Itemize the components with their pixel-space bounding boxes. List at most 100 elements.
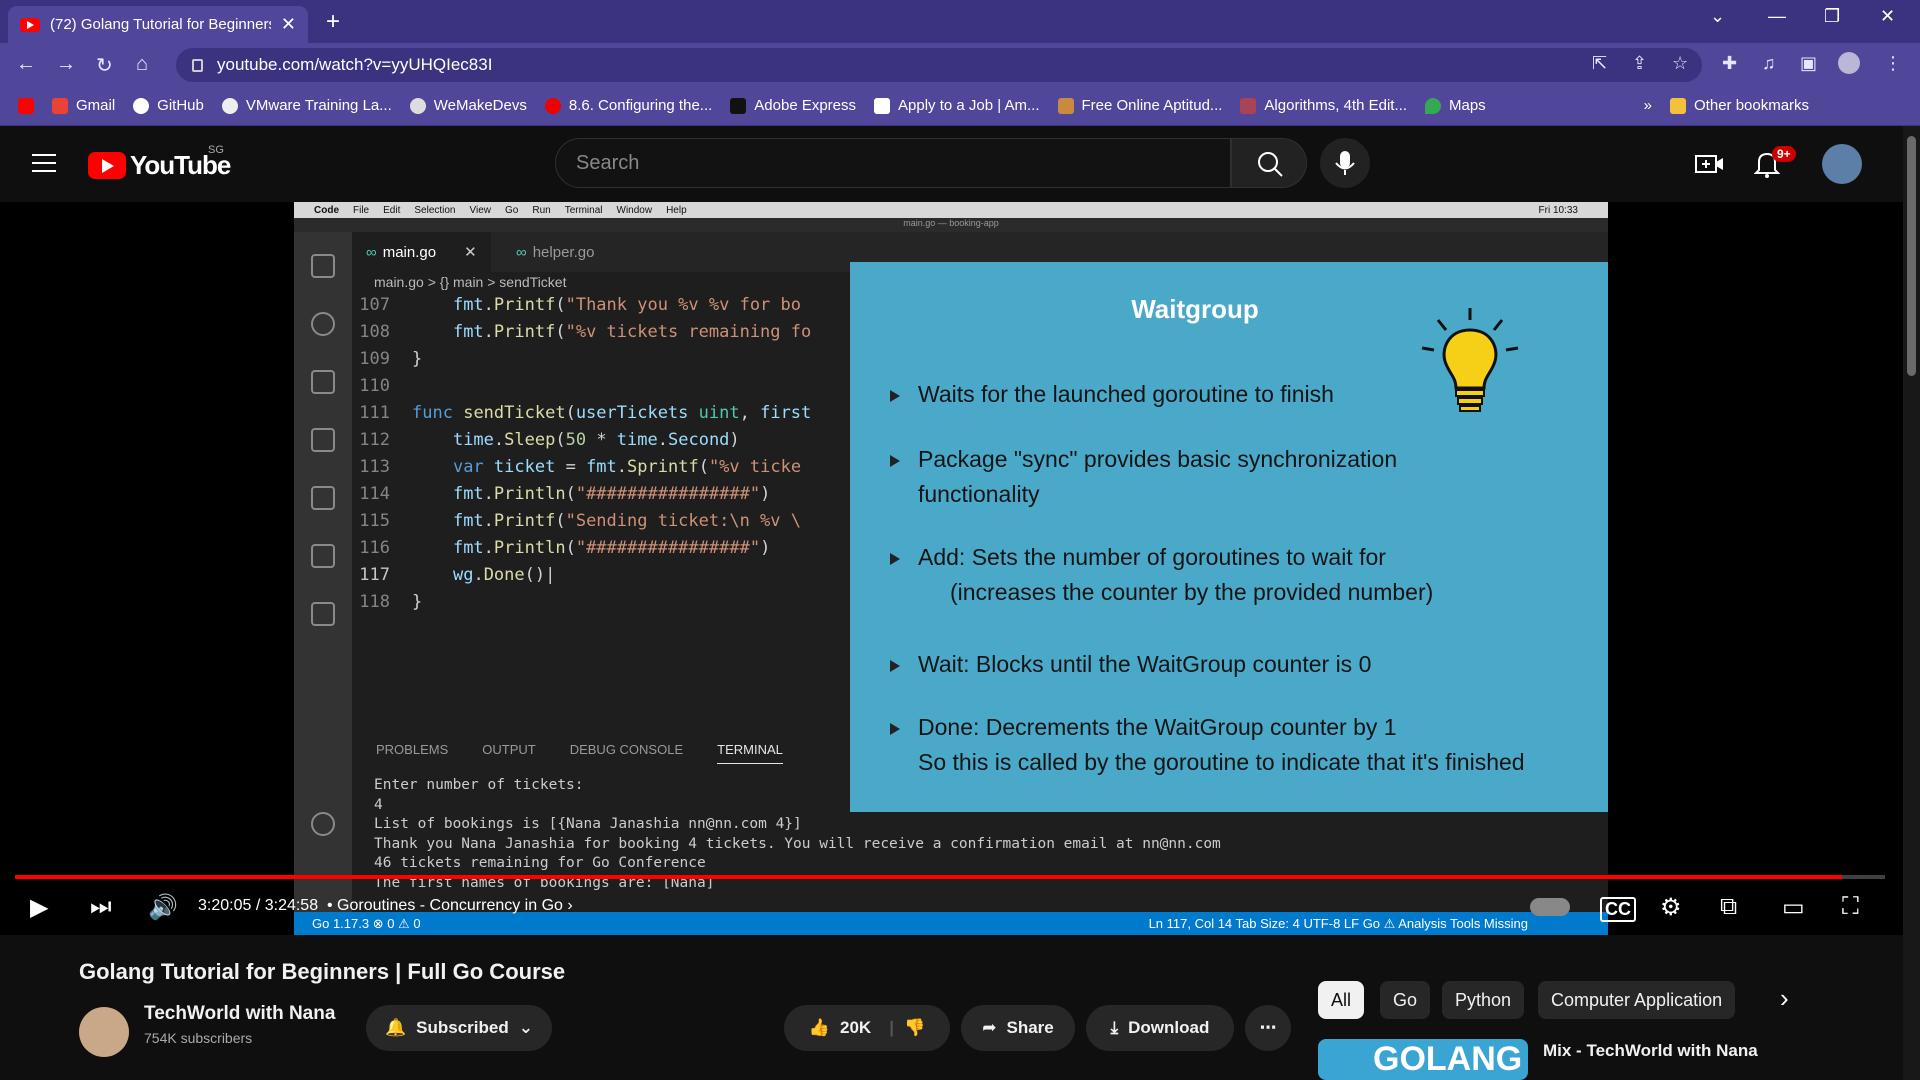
subscriber-count: 754K subscribers <box>144 1030 253 1046</box>
more-actions-button[interactable]: ⋯ <box>1245 1005 1291 1051</box>
download-button[interactable]: ⤓ Download <box>1086 1005 1234 1051</box>
tab-title: (72) Golang Tutorial for Beginners <box>50 16 271 33</box>
forward-icon[interactable]: → <box>56 53 76 76</box>
related-video-title[interactable]: Mix - TechWorld with Nana <box>1543 1041 1758 1061</box>
hamburger-menu-icon[interactable] <box>32 154 56 172</box>
fullscreen-icon[interactable]: ⛶ <box>1842 893 1859 921</box>
video-progress-bar[interactable] <box>15 875 1885 879</box>
bookmarks-overflow-icon[interactable]: » <box>1644 97 1652 114</box>
youtube-logo[interactable]: YouTube SG <box>88 144 231 181</box>
bookmark-redhat[interactable]: 8.6. Configuring the... <box>544 97 712 114</box>
notification-count-badge: 9+ <box>1772 146 1796 162</box>
other-bookmarks[interactable]: Other bookmarks <box>1670 97 1809 114</box>
bookmark-github[interactable]: GitHub <box>133 97 204 114</box>
chip-go[interactable]: Go <box>1380 981 1431 1019</box>
create-video-icon[interactable] <box>1695 152 1725 176</box>
extensions-icon[interactable]: ✚ <box>1722 53 1737 74</box>
volume-icon[interactable]: 🔊 <box>148 893 178 922</box>
search-input[interactable]: Search <box>555 138 1231 188</box>
scrollbar-thumb[interactable] <box>1907 136 1916 376</box>
settings-gear-icon[interactable]: ⚙ <box>1660 893 1682 922</box>
search-files-icon <box>311 312 335 336</box>
url-text: youtube.com/watch?v=yyUHQIec83I <box>217 55 493 74</box>
profile-avatar[interactable] <box>1838 52 1860 74</box>
minimize-button[interactable]: — <box>1768 6 1786 27</box>
back-icon[interactable]: ← <box>16 53 36 76</box>
algorithms-icon <box>1240 97 1257 114</box>
bookmark-star-icon[interactable]: ☆ <box>1672 53 1688 74</box>
bookmark-wemakedevs[interactable]: WeMakeDevs <box>409 97 527 114</box>
chapter-title[interactable]: • Goroutines - Concurrency in Go <box>327 897 563 914</box>
go-file-icon: ∞ <box>366 243 377 261</box>
related-video-thumbnail[interactable]: GOLANG <box>1318 1039 1528 1080</box>
lock-icon <box>192 58 203 72</box>
share-page-icon[interactable]: ⇪ <box>1632 53 1647 74</box>
play-button[interactable]: ▶ <box>30 893 48 922</box>
panel-tabs: PROBLEMS OUTPUT DEBUG CONSOLE TERMINAL <box>376 742 783 764</box>
bookmark-algorithms[interactable]: Algorithms, 4th Edit... <box>1240 97 1407 114</box>
thumbs-down-icon: 👎 <box>903 1018 926 1037</box>
theater-mode-icon[interactable]: ▭ <box>1782 893 1805 922</box>
reload-icon[interactable]: ↻ <box>96 53 113 78</box>
gmail-icon <box>52 97 68 114</box>
captions-button[interactable]: CC <box>1600 897 1636 922</box>
slide-bullet-5: Done: Decrements the WaitGroup counter b… <box>890 710 1525 780</box>
voice-search-button[interactable] <box>1320 138 1370 188</box>
close-editor-icon: ✕ <box>464 244 477 261</box>
open-in-app-icon[interactable]: ⇱ <box>1592 53 1607 74</box>
wemakedevs-icon <box>409 97 426 114</box>
adobe-icon <box>730 97 747 114</box>
bell-icon: 🔔 <box>384 1018 407 1037</box>
address-bar[interactable]: youtube.com/watch?v=yyUHQIec83I <box>176 48 1702 82</box>
folder-icon <box>1670 97 1687 114</box>
accounts-icon <box>311 812 335 836</box>
media-control-icon[interactable]: ♫ <box>1762 53 1776 74</box>
browser-toolbar: ← → ↻ ⌂ youtube.com/watch?v=yyUHQIec83I … <box>0 43 1920 86</box>
progress-fill <box>15 875 1842 879</box>
download-icon: ⤓ <box>1110 1018 1119 1037</box>
menu-dots-icon[interactable]: ⋮ <box>1884 53 1902 74</box>
account-avatar[interactable] <box>1822 144 1862 184</box>
next-button[interactable]: ⏭ <box>90 893 112 921</box>
autoplay-toggle[interactable] <box>1530 898 1570 916</box>
search-button[interactable] <box>1231 138 1307 188</box>
close-window-button[interactable]: ✕ <box>1880 6 1895 27</box>
bookmark-gmail[interactable]: Gmail <box>52 97 115 114</box>
chips-next-icon[interactable]: › <box>1780 983 1789 1014</box>
page-scrollbar[interactable] <box>1903 126 1920 1080</box>
miniplayer-icon[interactable]: ⧉ <box>1720 893 1737 921</box>
time-display: 3:20:05 / 3:24:58 • Goroutines - Concurr… <box>198 897 573 914</box>
channel-name[interactable]: TechWorld with Nana <box>144 1003 335 1025</box>
bookmark-adobe[interactable]: Adobe Express <box>730 97 856 114</box>
video-title: Golang Tutorial for Beginners | Full Go … <box>79 959 566 984</box>
subscribed-button[interactable]: 🔔 Subscribed ⌄ <box>366 1005 552 1051</box>
tab-search-icon[interactable]: ⌄ <box>1710 6 1725 27</box>
restore-button[interactable]: ❐ <box>1824 6 1840 27</box>
amazon-icon <box>874 97 891 114</box>
mac-menu-bar: Code File Edit Selection View Go Run Ter… <box>294 202 1608 218</box>
editor-tab-helper: ∞ helper.go <box>516 243 595 261</box>
video-player[interactable]: Code File Edit Selection View Go Run Ter… <box>0 202 1903 935</box>
lightbulb-icon <box>1421 308 1519 412</box>
bookmark-youtube[interactable] <box>18 97 34 114</box>
like-button[interactable]: 👍 20K | 👎 <box>784 1005 950 1051</box>
bookmark-vmware[interactable]: VMware Training La... <box>221 97 392 114</box>
share-button[interactable]: ➦ Share <box>961 1005 1075 1051</box>
github-icon <box>133 97 150 114</box>
chip-python[interactable]: Python <box>1442 981 1525 1019</box>
browser-tab[interactable]: (72) Golang Tutorial for Beginners ✕ <box>8 6 308 43</box>
slide-bullet-3: Add: Sets the number of goroutines to wa… <box>890 540 1433 610</box>
chip-all[interactable]: All <box>1318 981 1365 1019</box>
bookmark-maps[interactable]: Maps <box>1424 97 1486 114</box>
go-file-icon: ∞ <box>516 243 527 261</box>
bookmark-aptitude[interactable]: Free Online Aptitud... <box>1057 97 1222 114</box>
activity-bar <box>294 232 352 935</box>
channel-avatar[interactable] <box>79 1007 129 1057</box>
chip-computer-application[interactable]: Computer Application <box>1538 981 1736 1019</box>
extensions-panel-icon <box>311 486 335 510</box>
side-panel-icon[interactable]: ▣ <box>1800 53 1817 74</box>
home-icon[interactable]: ⌂ <box>136 53 148 76</box>
bookmark-amazon[interactable]: Apply to a Job | Am... <box>874 97 1040 114</box>
close-tab-icon[interactable]: ✕ <box>281 14 296 35</box>
new-tab-button[interactable]: + <box>326 8 340 36</box>
